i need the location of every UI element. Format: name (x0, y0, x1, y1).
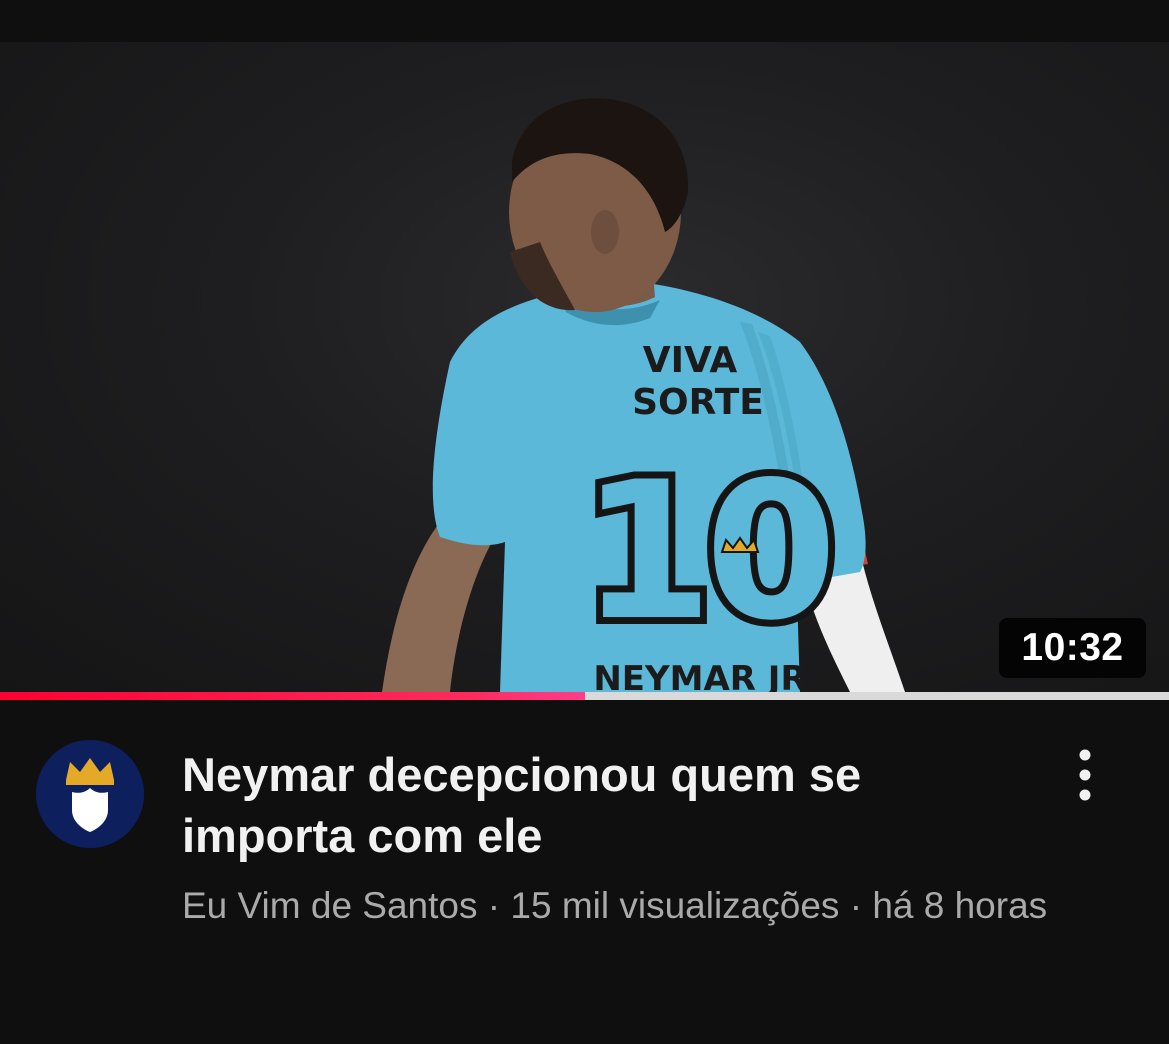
meta-separator: · (477, 885, 511, 926)
watch-progress-bar (0, 692, 1169, 700)
duration-badge: 10:32 (999, 618, 1146, 678)
upload-age: há 8 horas (872, 885, 1048, 926)
video-metadata: Eu Vim de Santos · 15 mil visualizações … (182, 878, 1072, 933)
more-options-button[interactable] (1060, 740, 1110, 810)
video-title[interactable]: Neymar decepcionou quem se importa com e… (182, 744, 1022, 866)
jersey-name: NEYMAR JR (593, 659, 806, 692)
video-thumbnail[interactable]: VIVA SORTE 10 NEYMAR JR 10:32 (0, 42, 1169, 692)
more-vert-icon (1079, 749, 1091, 801)
jersey-sponsor-line2: SORTE (632, 382, 764, 423)
meta-separator: · (839, 885, 873, 926)
jersey-number: 10 (581, 441, 829, 662)
channel-avatar[interactable] (36, 740, 144, 848)
top-strip (0, 0, 1169, 42)
jersey-sponsor-line1: VIVA (643, 340, 738, 381)
video-info: Neymar decepcionou quem se importa com e… (0, 700, 1169, 1044)
thumbnail-image: VIVA SORTE 10 NEYMAR JR (382, 98, 905, 692)
watch-progress-fill (0, 692, 585, 700)
crown-shield-icon (36, 740, 144, 848)
channel-name[interactable]: Eu Vim de Santos (182, 885, 478, 926)
view-count: 15 mil visualizações (510, 885, 840, 926)
